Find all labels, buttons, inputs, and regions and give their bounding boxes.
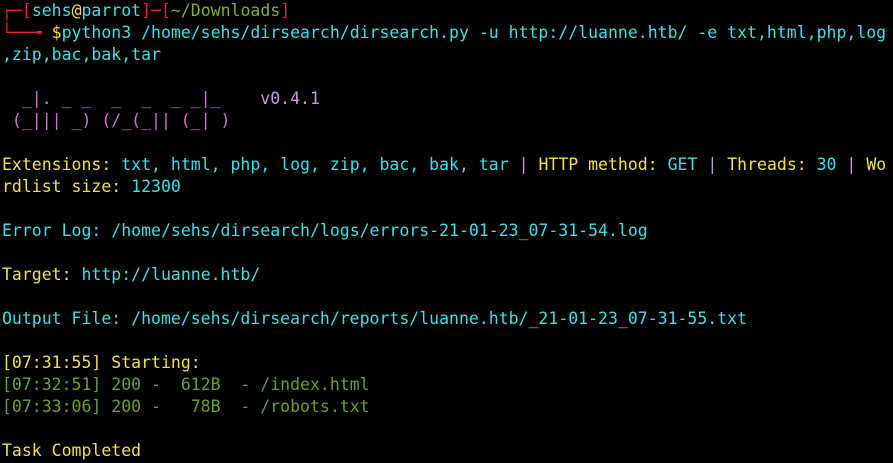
terminal-window[interactable]: ┌─[sehs@parrot]─[~/Downloads] └──╼ $pyth… [0, 0, 893, 463]
error-log-label: Error Log: [2, 221, 112, 240]
prompt-cwd-close: ] [280, 1, 291, 20]
result-text: 200 - 78B - /robots.txt [101, 397, 370, 416]
command-text: python3 /home/sehs/dirsearch/dirsearch.p… [61, 23, 887, 42]
start-timestamp: [07:31:55] [2, 353, 102, 372]
prompt-open-bracket: [ [21, 1, 32, 20]
wordlist-label-end: rdlist size: [2, 177, 132, 196]
task-completed-text: Task Completed [2, 441, 142, 460]
prompt-corner-top: ┌─ [2, 1, 22, 20]
result-timestamp: [07:33:06] [2, 397, 102, 416]
banner-line-2: (_||| _) (/_(_|| (_| ) [2, 110, 893, 132]
starting-line: [07:31:55] Starting: [2, 352, 893, 374]
banner-line-1: _|. _ _ _ _ _ _|_ v0.4.1 [2, 88, 893, 110]
http-method-value: GET [667, 155, 698, 174]
version-label: v0.4.1 [260, 89, 320, 108]
config-line-wrap: rdlist size: 12300 [2, 176, 893, 198]
prompt-at: @ [71, 1, 82, 20]
error-log-line: Error Log: /home/sehs/dirsearch/logs/err… [2, 220, 893, 242]
prompt-close-bracket: ] [141, 1, 152, 20]
result-row: [07:33:06] 200 - 78B - /robots.txt [2, 396, 893, 418]
config-separator: | [836, 155, 867, 174]
threads-value: 30 [816, 155, 837, 174]
start-text: Starting: [101, 353, 201, 372]
extensions-label: Extensions: [2, 155, 122, 174]
prompt-cwd: ~/Downloads [170, 1, 281, 20]
prompt-user: sehs [31, 1, 72, 20]
target-label: Target: [2, 265, 82, 284]
wordlist-value: 12300 [131, 177, 181, 196]
command-text-continued: ,zip,bac,bak,tar [2, 45, 161, 64]
target-line: Target: http://luanne.htb/ [2, 264, 893, 286]
prompt-header: ┌─[sehs@parrot]─[~/Downloads] [2, 0, 893, 22]
task-completed-line: Task Completed [2, 440, 893, 462]
banner-art-bottom: (_||| _) (/_(_|| (_| ) [2, 111, 231, 130]
result-row: [07:32:51] 200 - 612B - /index.html [2, 374, 893, 396]
extensions-value: txt, html, php, log, zip, bac, bak, tar [121, 155, 509, 174]
banner-art-top: _|. _ _ _ _ _ _|_ [2, 89, 261, 108]
prompt-host: parrot [81, 1, 142, 20]
wordlist-label-start: Wo [866, 155, 887, 174]
error-log-path: /home/sehs/dirsearch/logs/errors-21-01-2… [111, 221, 648, 240]
command-line-wrap: ,zip,bac,bak,tar [2, 44, 893, 66]
command-line: └──╼ $python3 /home/sehs/dirsearch/dirse… [2, 22, 893, 44]
output-file-path: /home/sehs/dirsearch/reports/luanne.htb/… [131, 309, 748, 328]
threads-label: Threads: [727, 155, 817, 174]
target-url: http://luanne.htb/ [81, 265, 261, 284]
prompt-cwd-open: [ [160, 1, 171, 20]
config-separator: | [508, 155, 539, 174]
http-method-label: HTTP method: [538, 155, 668, 174]
result-timestamp: [07:32:51] [2, 375, 102, 394]
prompt-separator: ─ [151, 1, 161, 20]
prompt-corner-bottom: └──╼ [2, 23, 52, 42]
config-line: Extensions: txt, html, php, log, zip, ba… [2, 154, 893, 176]
config-separator: | [697, 155, 728, 174]
prompt-dollar: $ [51, 23, 62, 42]
output-file-label: Output File: [2, 309, 132, 328]
result-text: 200 - 612B - /index.html [101, 375, 370, 394]
output-file-line: Output File: /home/sehs/dirsearch/report… [2, 308, 893, 330]
